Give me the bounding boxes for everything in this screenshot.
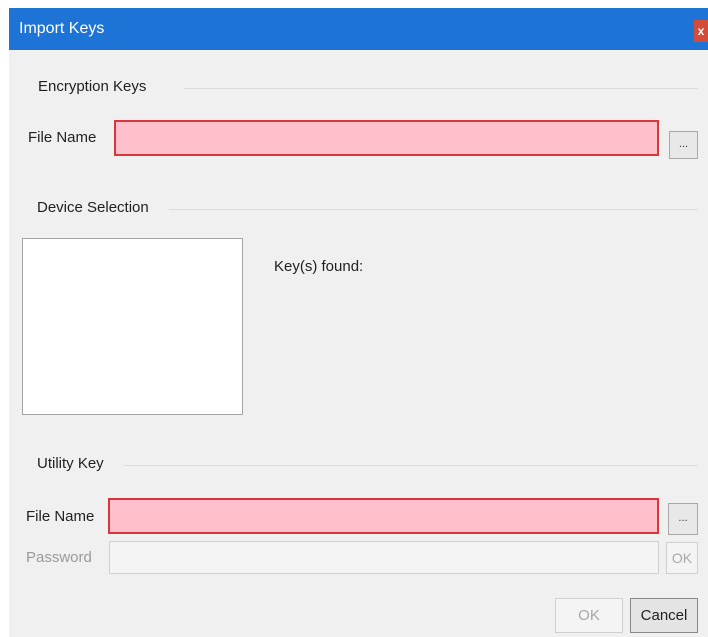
keys-found-label: Key(s) found: (274, 258, 364, 275)
encryption-file-name-label: File Name (28, 129, 97, 146)
utility-file-name-label: File Name (26, 508, 95, 525)
password-input[interactable] (109, 541, 659, 574)
title-bar[interactable]: Import Keys x (9, 8, 708, 50)
encryption-keys-heading: Encryption Keys (38, 78, 147, 95)
encryption-file-name-input[interactable] (114, 120, 659, 156)
device-list[interactable] (22, 238, 243, 415)
window-title: Import Keys (19, 20, 105, 37)
utility-key-heading: Utility Key (37, 455, 104, 472)
utility-file-name-input[interactable] (108, 498, 659, 534)
utility-browse-button[interactable]: ... (668, 503, 698, 535)
cancel-button[interactable]: Cancel (630, 598, 698, 633)
ok-button[interactable]: OK (555, 598, 623, 633)
close-button[interactable]: x (694, 20, 708, 42)
utility-key-divider (124, 465, 698, 466)
password-label: Password (26, 549, 92, 566)
import-keys-dialog: Import Keys x Encryption Keys File Name … (9, 8, 708, 637)
password-ok-button[interactable]: OK (666, 542, 698, 574)
device-selection-heading: Device Selection (37, 199, 149, 216)
device-selection-divider (169, 209, 698, 210)
encryption-browse-button[interactable]: ... (669, 131, 698, 159)
encryption-keys-divider (184, 88, 698, 89)
